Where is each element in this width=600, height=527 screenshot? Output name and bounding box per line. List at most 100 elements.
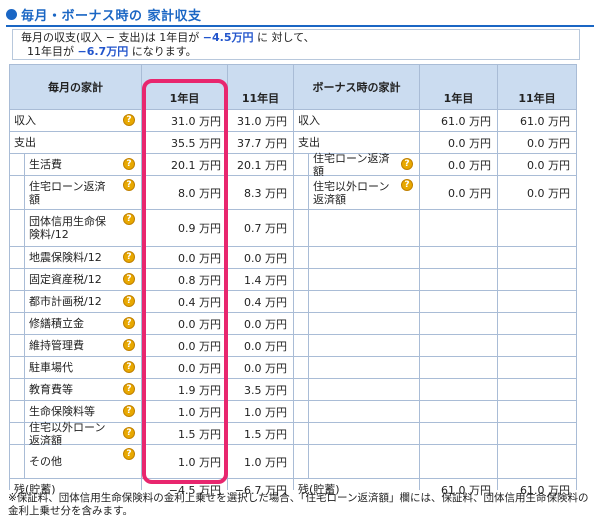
indent-spacer bbox=[10, 445, 24, 478]
empty-cell bbox=[309, 401, 419, 422]
indent-spacer bbox=[294, 423, 308, 444]
empty-cell bbox=[420, 269, 497, 290]
bonus-value-year1: 0.0 万円 bbox=[420, 176, 497, 209]
value-year11: 0.0 万円 bbox=[228, 313, 293, 334]
header-spacer bbox=[420, 65, 497, 87]
bonus-value-year11: 0.0 万円 bbox=[498, 154, 576, 175]
bonus-value-year1: 61.0 万円 bbox=[420, 110, 497, 131]
row-label: 生活費? bbox=[25, 154, 141, 175]
value-year11: 0.0 万円 bbox=[228, 357, 293, 378]
help-icon[interactable]: ? bbox=[401, 158, 413, 170]
help-icon[interactable]: ? bbox=[123, 448, 135, 460]
bonus-value-year11: 61.0 万円 bbox=[498, 110, 576, 131]
bonus-value-year1: 0.0 万円 bbox=[420, 132, 497, 153]
indent-spacer bbox=[294, 154, 308, 175]
row-label: 住宅以外ローン返済額? bbox=[25, 421, 141, 447]
value-year1: 0.0 万円 bbox=[142, 357, 227, 378]
row-label-text: 地震保険料/12 bbox=[29, 251, 102, 264]
help-icon[interactable]: ? bbox=[123, 213, 135, 225]
value-year11: 3.5 万円 bbox=[228, 379, 293, 400]
row-label: 駐車場代? bbox=[25, 357, 141, 378]
bonus-row-label: 住宅以外ローン返済額? bbox=[309, 176, 419, 209]
header-spacer bbox=[142, 65, 227, 87]
help-icon[interactable]: ? bbox=[123, 405, 135, 417]
indent-spacer bbox=[10, 313, 24, 334]
help-icon[interactable]: ? bbox=[123, 361, 135, 373]
help-icon[interactable]: ? bbox=[123, 179, 135, 191]
indent-spacer bbox=[10, 176, 24, 209]
summary-text: に 対して、 bbox=[257, 31, 315, 44]
empty-cell bbox=[498, 445, 576, 478]
indent-spacer bbox=[294, 379, 308, 400]
value-year11: 8.3 万円 bbox=[228, 176, 293, 209]
indent-spacer bbox=[294, 210, 308, 246]
help-icon[interactable]: ? bbox=[123, 251, 135, 263]
empty-cell bbox=[309, 335, 419, 356]
row-label: 団体信用生命保険料/12? bbox=[25, 210, 141, 246]
help-icon[interactable]: ? bbox=[123, 383, 135, 395]
household-budget-table: 毎月の家計 ボーナス時の家計 1年目 11年目 1年目 11年目 収入? 31.0 万円 31.… bbox=[9, 64, 577, 500]
help-icon[interactable]: ? bbox=[401, 179, 413, 191]
bonus-value-year11: 0.0 万円 bbox=[498, 132, 576, 153]
bonus-row-label: 支出 bbox=[294, 132, 419, 153]
indent-spacer bbox=[10, 291, 24, 312]
indent-spacer bbox=[10, 379, 24, 400]
bonus-header: ボーナス時の家計 bbox=[294, 65, 419, 109]
empty-cell bbox=[420, 291, 497, 312]
value-year11: 1.0 万円 bbox=[228, 445, 293, 478]
indent-spacer bbox=[294, 176, 308, 209]
row-label: 教育費等? bbox=[25, 379, 141, 400]
empty-cell bbox=[498, 291, 576, 312]
row-label: 都市計画税/12? bbox=[25, 291, 141, 312]
empty-cell bbox=[309, 379, 419, 400]
empty-cell bbox=[420, 401, 497, 422]
empty-cell bbox=[498, 210, 576, 246]
bonus-row-label-text: 住宅以外ローン返済額 bbox=[313, 179, 390, 206]
indent-spacer bbox=[10, 423, 24, 444]
help-icon[interactable]: ? bbox=[123, 339, 135, 351]
summary-text: 毎月の収支(収入 − 支出)は 1年目が bbox=[21, 31, 200, 44]
row-label: その他? bbox=[25, 445, 141, 478]
value-year1: 1.5 万円 bbox=[142, 423, 227, 444]
row-label: 維持管理費? bbox=[25, 335, 141, 356]
help-icon[interactable]: ? bbox=[123, 427, 135, 439]
empty-cell bbox=[420, 313, 497, 334]
value-year1: 35.5 万円 bbox=[142, 132, 227, 153]
value-year11: 0.0 万円 bbox=[228, 335, 293, 356]
empty-cell bbox=[309, 269, 419, 290]
help-icon[interactable]: ? bbox=[123, 114, 135, 126]
row-label: 修繕積立金? bbox=[25, 313, 141, 334]
empty-cell bbox=[309, 313, 419, 334]
row-label-text: 都市計画税/12 bbox=[29, 295, 102, 308]
row-label: 固定資産税/12? bbox=[25, 269, 141, 290]
value-year11: 1.4 万円 bbox=[228, 269, 293, 290]
row-label: 生命保険料等? bbox=[25, 401, 141, 422]
empty-cell bbox=[498, 423, 576, 444]
empty-cell bbox=[420, 445, 497, 478]
help-icon[interactable]: ? bbox=[123, 158, 135, 170]
empty-cell bbox=[420, 379, 497, 400]
summary-line-2: 11年目が −6.7万円 になります。 bbox=[21, 45, 571, 59]
empty-cell bbox=[420, 423, 497, 444]
summary-text: 11年目が bbox=[27, 45, 74, 58]
row-label-text: 生活費 bbox=[29, 158, 62, 171]
row-label: 収入? bbox=[10, 110, 141, 131]
value-year11: 20.1 万円 bbox=[228, 154, 293, 175]
summary-box: 毎月の収支(収入 − 支出)は 1年目が −4.5万円 に 対して、 11年目が… bbox=[12, 29, 580, 60]
value-year11: 0.4 万円 bbox=[228, 291, 293, 312]
help-icon[interactable]: ? bbox=[123, 317, 135, 329]
help-icon[interactable]: ? bbox=[123, 273, 135, 285]
col-header-year11: 11年目 bbox=[228, 87, 293, 109]
value-year11: 1.0 万円 bbox=[228, 401, 293, 422]
header-spacer bbox=[228, 65, 293, 87]
row-label: 住宅ローン返済額? bbox=[25, 176, 141, 209]
value-year1: 0.0 万円 bbox=[142, 313, 227, 334]
indent-spacer bbox=[10, 357, 24, 378]
value-year1: 0.8 万円 bbox=[142, 269, 227, 290]
help-icon[interactable]: ? bbox=[123, 295, 135, 307]
value-year1: 8.0 万円 bbox=[142, 176, 227, 209]
empty-cell bbox=[420, 247, 497, 268]
row-label: 支出 bbox=[10, 132, 141, 153]
bonus-row-label: 住宅ローン返済額? bbox=[309, 152, 419, 178]
bonus-row-label-text: 収入 bbox=[298, 114, 320, 127]
